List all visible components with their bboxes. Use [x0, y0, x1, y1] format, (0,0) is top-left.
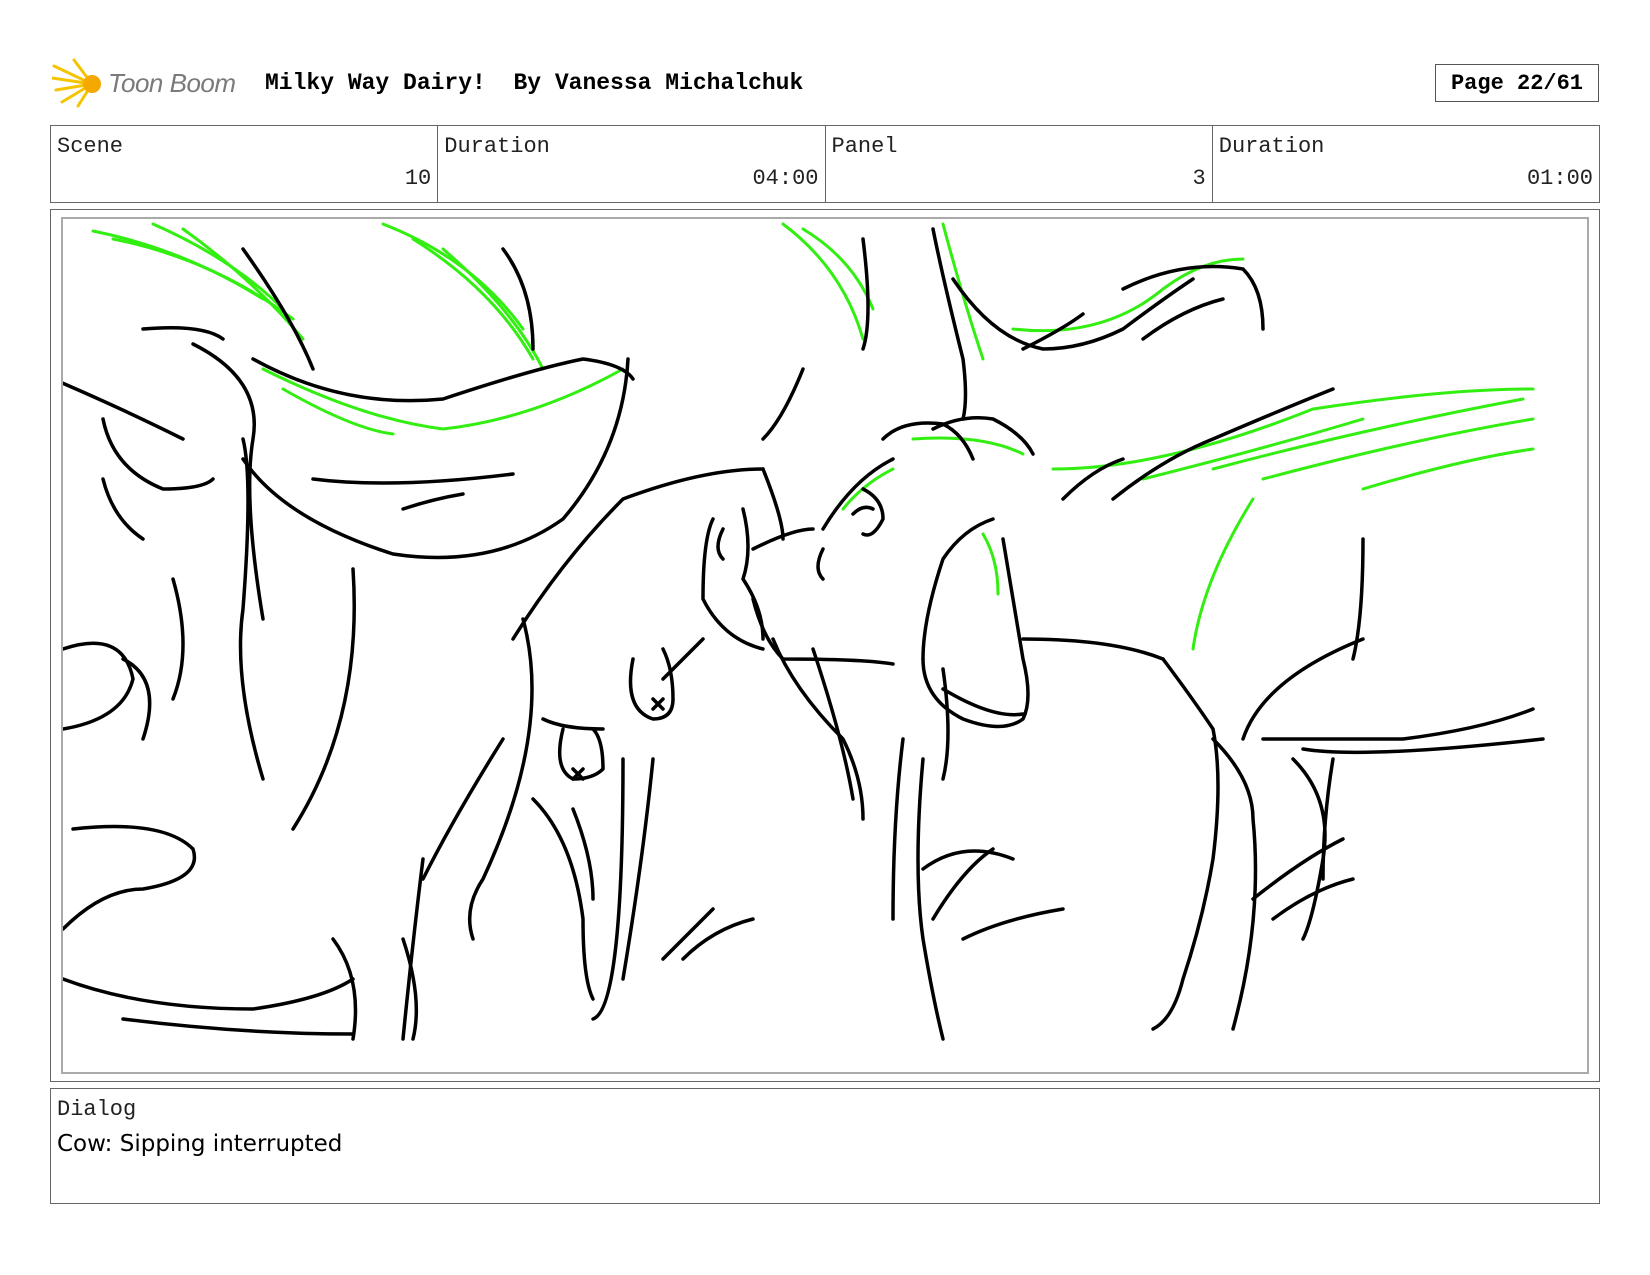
scene-duration-value: 04:00	[752, 166, 819, 191]
scene-label: Scene	[57, 134, 124, 159]
scene-duration-label: Duration	[444, 134, 550, 159]
panel-label: Panel	[831, 134, 898, 159]
ink-strokes	[63, 227, 1545, 1041]
panel-duration-value: 01:00	[1526, 166, 1593, 191]
panel-value: 3	[1192, 166, 1206, 191]
document-title: Milky Way Dairy! By Vanessa Michalchuk	[265, 70, 804, 96]
starburst-icon	[52, 58, 101, 108]
panel-cell: Panel 3	[826, 126, 1213, 202]
storyboard-drawing	[61, 217, 1589, 1074]
panel-duration-cell: Duration 01:00	[1213, 126, 1599, 202]
toon-boom-logo: Toon Boom	[52, 56, 252, 116]
dialog-text: Cow: Sipping interrupted	[57, 1131, 343, 1157]
cow-sketch	[63, 222, 1545, 1041]
scene-duration-cell: Duration 04:00	[438, 126, 826, 202]
info-row: Scene 10 Duration 04:00 Panel 3 Duration…	[50, 125, 1600, 203]
logo-text: Toon Boom	[108, 68, 236, 98]
scene-value: 10	[404, 166, 432, 191]
scene-cell: Scene 10	[51, 126, 439, 202]
highlight-strokes	[91, 222, 1535, 651]
page-number: Page 22/61	[1435, 64, 1599, 102]
dialog-label: Dialog	[57, 1097, 137, 1122]
dialog-box: Dialog Cow: Sipping interrupted	[50, 1088, 1600, 1204]
panel-duration-label: Duration	[1218, 134, 1325, 159]
